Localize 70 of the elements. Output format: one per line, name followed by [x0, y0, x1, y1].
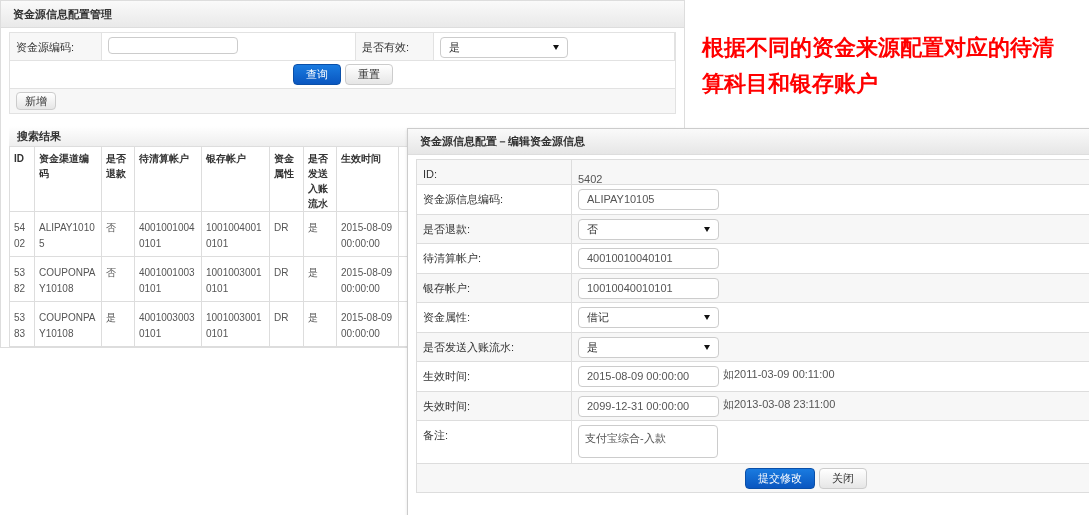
- field-label: 资金源信息编码:: [423, 193, 504, 205]
- annotation-text: 根据不同的资金来源配置对应的待清算科目和银存账户: [702, 34, 1054, 98]
- table-cell: 是: [308, 222, 318, 233]
- add-button[interactable]: 新增: [16, 92, 56, 110]
- caret-icon: [553, 45, 559, 50]
- field-label: 是否发送入账流水:: [423, 340, 515, 353]
- table-cell: COUPONPAY10108: [39, 267, 96, 294]
- column-header: 资金属性: [274, 153, 294, 179]
- field-label: 银存帐户:: [423, 281, 471, 294]
- table-cell: 否: [106, 222, 116, 233]
- submit-button[interactable]: 查询: [292, 64, 341, 85]
- filter-label: 资金源编码:: [16, 41, 75, 53]
- hint-text: 如2013-03-08 23:11:00: [723, 396, 836, 412]
- column-header: 是否退款: [106, 153, 126, 179]
- table-cell: COUPONPAY10108: [39, 312, 96, 339]
- select-field[interactable]: 借记: [578, 307, 719, 328]
- column-header: ID: [14, 153, 24, 164]
- table-cell: 5382: [14, 267, 26, 294]
- table-cell: 40010010030101: [139, 267, 195, 294]
- column-header: 银存帐户: [206, 153, 246, 164]
- input-field[interactable]: 2015-08-09 00:00:00: [578, 366, 719, 387]
- select-field[interactable]: 是: [440, 37, 568, 58]
- table-cell: 是: [308, 267, 318, 278]
- field-label: 生效时间:: [423, 370, 471, 382]
- submit-button[interactable]: 提交修改: [745, 467, 815, 489]
- table-cell: 否: [106, 267, 116, 278]
- table-cell: DR: [274, 267, 289, 278]
- panel-header: 资金源信息配置管理: [1, 1, 684, 28]
- select-field[interactable]: 是: [578, 336, 719, 358]
- field-label: 备注:: [423, 429, 449, 441]
- table-cell: 10010040010101: [206, 222, 262, 249]
- table-cell: 10010030010101: [206, 312, 262, 339]
- column-header: 待清算帐户: [139, 153, 189, 164]
- table-cell: 5383: [14, 312, 26, 339]
- field-label: 待清算帐户:: [423, 252, 482, 264]
- table-cell: 2015-08-09 00:00:00: [341, 267, 393, 294]
- column-header: 生效时间: [341, 153, 381, 164]
- field-value: 5402: [578, 173, 603, 185]
- input-field[interactable]: ALIPAY10105: [578, 189, 719, 210]
- table-cell: 40010030030101: [139, 312, 195, 339]
- field-label: ID:: [423, 168, 438, 180]
- table-cell: DR: [274, 312, 289, 323]
- table-cell: 是: [308, 312, 318, 323]
- table-cell: 是: [106, 312, 116, 323]
- field-label: 失效时间:: [423, 399, 471, 412]
- hint-text: 如2011-03-09 00:11:00: [723, 367, 835, 382]
- dialog-title: 资金源信息配置－编辑资金源信息: [408, 129, 1089, 155]
- table-cell: ALIPAY10105: [39, 222, 95, 249]
- input-field[interactable]: [108, 37, 238, 54]
- field-label: 资金属性:: [423, 311, 471, 323]
- table-cell: 5402: [14, 222, 26, 249]
- input-field[interactable]: 2099-12-31 00:00:00: [578, 395, 719, 417]
- table-cell: DR: [274, 222, 289, 233]
- select-field[interactable]: 否: [578, 218, 719, 240]
- field-label: 是否退款:: [423, 222, 471, 235]
- secondary-button[interactable]: 关闭: [819, 467, 867, 489]
- column-header: 资金渠道编码: [39, 153, 89, 179]
- input-field[interactable]: 40010010040101: [578, 248, 719, 269]
- table-cell: 2015-08-09 00:00:00: [341, 312, 393, 339]
- textarea-field[interactable]: 支付宝综合-入款: [578, 425, 718, 458]
- caret-icon: [704, 315, 710, 320]
- column-header: 是否发送入账流水: [308, 153, 328, 209]
- caret-icon: [704, 344, 710, 350]
- input-field[interactable]: 10010040010101: [578, 277, 719, 299]
- table-cell: 10010030010101: [206, 267, 262, 294]
- table-cell: 2015-08-09 00:00:00: [341, 222, 393, 249]
- secondary-button[interactable]: 重置: [344, 64, 393, 85]
- table-cell: 40010010040101: [139, 222, 195, 249]
- filter-label: 是否有效:: [362, 41, 410, 53]
- caret-icon: [704, 226, 710, 232]
